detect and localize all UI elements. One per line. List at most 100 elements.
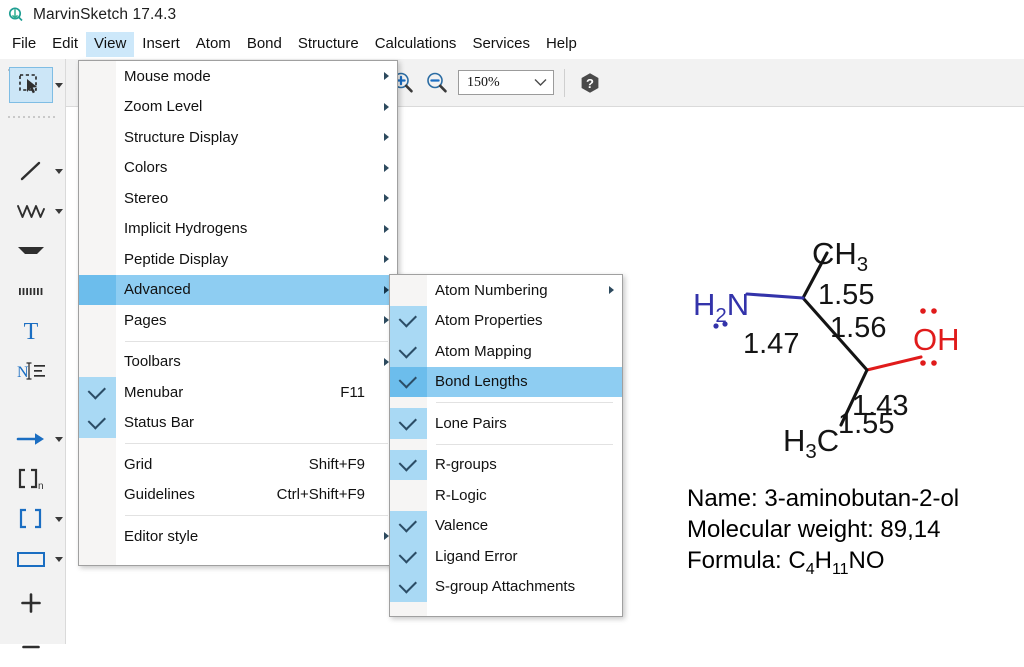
advanced-menu-item-atom-numbering[interactable]: Atom Numbering: [390, 275, 622, 306]
menu-check-slot: [79, 61, 116, 92]
advanced-menu-item-atom-properties[interactable]: Atom Properties: [390, 305, 622, 336]
menubar-item-structure[interactable]: Structure: [290, 32, 367, 57]
single-bond-tool[interactable]: [0, 151, 66, 191]
chevron-right-icon: [375, 102, 397, 111]
zoom-out-icon[interactable]: [420, 66, 454, 100]
toolbar-separator: [564, 68, 565, 97]
rectangle-tool[interactable]: [0, 539, 66, 579]
menu-item-label: Colors: [124, 159, 168, 177]
menu-check-slot: [79, 449, 116, 480]
menu-check-slot: [79, 92, 116, 123]
brackets-icon: [9, 501, 53, 537]
rectangle-tool-caret[interactable]: [53, 556, 64, 562]
menu-item-label: Atom Properties: [435, 312, 543, 330]
advanced-menu-item-s-group-attachments[interactable]: S-group Attachments: [390, 571, 622, 602]
zoom-level-select[interactable]: 150%: [458, 70, 554, 95]
view-menu-item-menubar[interactable]: Menubar F11: [79, 377, 397, 408]
view-menu-item-structure-display[interactable]: Structure Display: [79, 122, 397, 153]
hashed-bond-tool[interactable]: [0, 271, 66, 311]
menu-check-slot: [79, 305, 116, 336]
menu-check-slot: [79, 480, 116, 511]
view-menu-item-colors[interactable]: Colors: [79, 153, 397, 184]
reaction-arrow-tool-caret[interactable]: [53, 436, 64, 442]
advanced-menu-item-r-groups[interactable]: R-groups: [390, 449, 622, 480]
menu-item-label: Editor style: [124, 527, 199, 545]
lasso-pointer-icon: [9, 67, 53, 103]
atom-label-ch3-top: CH3: [812, 236, 869, 277]
wedge-bond-tool[interactable]: [0, 231, 66, 271]
menu-check-slot: [79, 214, 116, 245]
advanced-menu-item-r-logic[interactable]: R-Logic: [390, 480, 622, 511]
advanced-menu-item-bond-lengths[interactable]: Bond Lengths: [390, 366, 622, 397]
zigzag-chain-icon: [9, 193, 53, 229]
single-bond-tool-caret[interactable]: [53, 168, 64, 174]
menu-separator: [125, 340, 388, 342]
view-menu-item-advanced[interactable]: Advanced: [79, 274, 397, 305]
svg-text:T: T: [24, 319, 39, 344]
menu-item-shortcut: F11: [340, 383, 365, 401]
menubar-item-atom[interactable]: Atom: [188, 32, 239, 57]
selection-tool-caret[interactable]: [53, 82, 64, 88]
advanced-menu-item-valence[interactable]: Valence: [390, 510, 622, 541]
menu-item-label: Implicit Hydrogens: [124, 220, 248, 238]
view-menu-item-guidelines[interactable]: Guidelines Ctrl+Shift+F9: [79, 480, 397, 511]
view-menu-item-toolbars[interactable]: Toolbars: [79, 347, 397, 378]
view-menu-item-stereo[interactable]: Stereo: [79, 183, 397, 214]
menubar-item-services[interactable]: Services: [464, 32, 538, 57]
view-menu-item-zoom-level[interactable]: Zoom Level: [79, 92, 397, 123]
view-dropdown-menu: Mouse mode Zoom Level Structure Display Col…: [78, 60, 398, 566]
repeating-unit-tool[interactable]: n: [0, 459, 66, 499]
view-menu-item-implicit-hydrogens[interactable]: Implicit Hydrogens: [79, 214, 397, 245]
menubar-item-file[interactable]: File: [4, 32, 44, 57]
menu-item-label: Grid: [124, 455, 153, 473]
view-menu-item-peptide-display[interactable]: Peptide Display: [79, 244, 397, 275]
text-T-icon: T: [9, 313, 53, 349]
menu-check-slot: [79, 274, 116, 305]
menubar-item-bond[interactable]: Bond: [239, 32, 290, 57]
chevron-right-icon: [375, 163, 397, 172]
advanced-menu-item-ligand-error[interactable]: Ligand Error: [390, 541, 622, 572]
decrease-charge-tool[interactable]: [0, 627, 66, 667]
atom-label-tool[interactable]: N: [0, 351, 66, 391]
view-menu-item-mouse-mode[interactable]: Mouse mode: [79, 61, 397, 92]
menubar-item-edit[interactable]: Edit: [44, 32, 86, 57]
toolbar-grip-2[interactable]: [8, 108, 58, 118]
right-arrow-icon: [9, 421, 53, 457]
increase-charge-tool[interactable]: [0, 583, 66, 623]
menu-item-label: S-group Attachments: [435, 578, 576, 596]
chain-tool[interactable]: [0, 191, 66, 231]
bond-length-ch3-top: 1.55: [818, 279, 875, 311]
menu-check-slot: [79, 153, 116, 184]
bracket-tool[interactable]: [0, 499, 66, 539]
chain-tool-caret[interactable]: [53, 208, 64, 214]
checkmark-icon: [390, 366, 427, 397]
advanced-menu-item-atom-mapping[interactable]: Atom Mapping: [390, 336, 622, 367]
menubar-item-calculations[interactable]: Calculations: [367, 32, 465, 57]
text-tool[interactable]: T: [0, 311, 66, 351]
svg-text:n: n: [38, 481, 44, 492]
chevron-right-icon: [375, 194, 397, 203]
bracket-tool-caret[interactable]: [53, 516, 64, 522]
reaction-arrow-tool[interactable]: [0, 419, 66, 459]
view-menu-item-grid[interactable]: Grid Shift+F9: [79, 449, 397, 480]
help-icon[interactable]: ?: [573, 66, 607, 100]
menubar-item-help[interactable]: Help: [538, 32, 585, 57]
checkmark-icon: [390, 571, 427, 602]
menu-check-slot: [390, 480, 427, 511]
view-menu-item-status-bar[interactable]: Status Bar: [79, 407, 397, 438]
selection-tool[interactable]: [0, 65, 66, 105]
menubar-item-insert[interactable]: Insert: [134, 32, 188, 57]
view-menu-item-editor-style[interactable]: Editor style: [79, 521, 397, 552]
molecule-structure[interactable]: CH3 H2N OH H3C 1.55 1.56 1.47 1.43 1.55: [655, 225, 1024, 480]
menu-check-slot: [79, 347, 116, 378]
menu-item-shortcut: Ctrl+Shift+F9: [276, 486, 365, 504]
menubar-item-view[interactable]: View: [86, 32, 135, 57]
checkmark-icon: [390, 541, 427, 572]
menu-item-label: Structure Display: [124, 128, 239, 146]
view-menu-item-pages[interactable]: Pages: [79, 305, 397, 336]
advanced-menu-item-lone-pairs[interactable]: Lone Pairs: [390, 408, 622, 439]
menu-separator: [125, 515, 388, 516]
bracket-n-icon: n: [9, 461, 53, 497]
checkmark-icon: [79, 377, 116, 408]
menu-item-label: R-groups: [435, 456, 497, 474]
